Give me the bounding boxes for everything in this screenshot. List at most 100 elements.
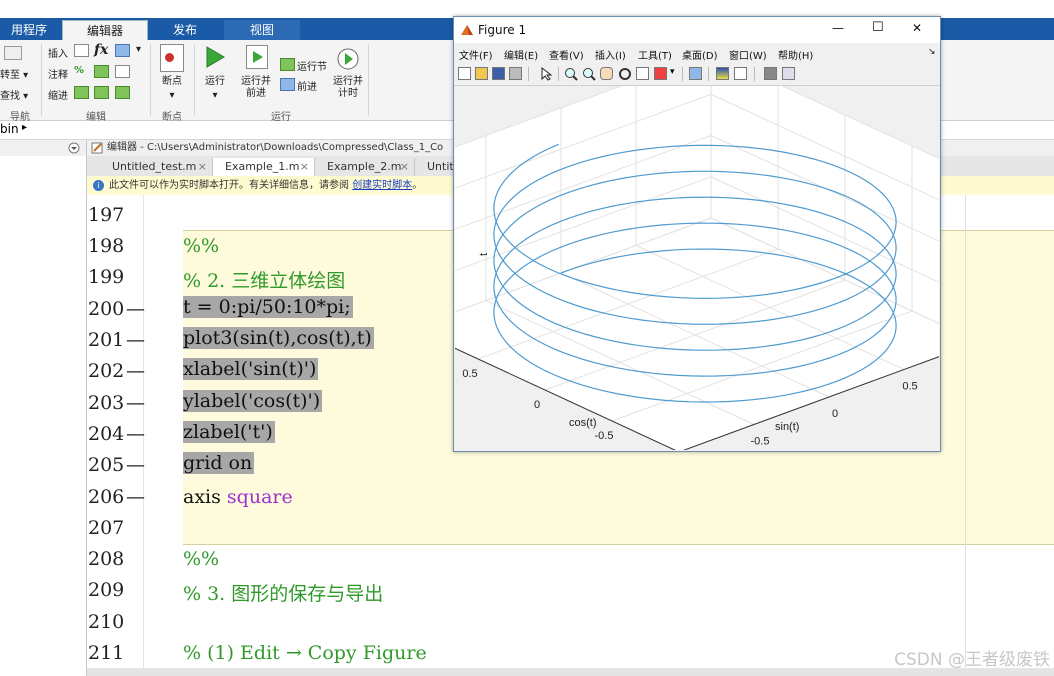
menu-tools[interactable]: 工具(T) <box>638 47 672 62</box>
tab-untitled-test[interactable]: Untitled_test.m × <box>100 158 213 176</box>
hide-tools-icon[interactable] <box>764 67 777 80</box>
dock-arrow-icon[interactable]: ↘ <box>928 47 936 57</box>
chevron-down-icon[interactable]: ▾ <box>136 44 141 55</box>
code-line[interactable]: % (1) Edit → Copy Figure <box>183 642 427 664</box>
tab-apps[interactable]: 用程序 <box>0 20 58 40</box>
breakpoint-dash[interactable]: — <box>126 423 145 445</box>
code-line[interactable]: grid on <box>183 452 255 474</box>
zoom-out-icon[interactable] <box>582 67 596 81</box>
code-line[interactable]: %% <box>183 235 219 257</box>
right-margin-line <box>965 195 966 668</box>
link-icon[interactable] <box>689 67 702 80</box>
line-number: 209 <box>88 579 125 601</box>
create-live-script-link[interactable]: 创建实时脚本 <box>352 180 412 191</box>
indent-button[interactable]: 缩进 <box>48 87 68 102</box>
code-line[interactable]: %% <box>183 548 219 570</box>
compare-icon[interactable] <box>4 46 22 60</box>
breakpoint-icon[interactable] <box>160 44 184 72</box>
tab-editor[interactable]: 编辑器 <box>62 20 148 41</box>
data-cursor-icon[interactable] <box>636 67 649 80</box>
zoom-in-icon[interactable] <box>564 67 578 81</box>
maximize-button[interactable]: ☐ <box>872 20 884 35</box>
code-line[interactable]: t = 0:pi/50:10*pi; <box>183 296 353 318</box>
tab-view[interactable]: 视图 <box>224 20 300 40</box>
menu-file[interactable]: 文件(F) <box>459 47 493 62</box>
insert-button[interactable]: 插入 <box>48 45 68 60</box>
close-icon[interactable]: × <box>198 158 207 176</box>
run-advance-icon[interactable] <box>246 45 268 69</box>
pan-icon[interactable] <box>600 67 613 80</box>
run-button[interactable]: 运行 <box>198 76 232 88</box>
breakpoints-button[interactable]: 断点 <box>152 76 192 88</box>
code-line[interactable]: plot3(sin(t),cos(t),t) <box>183 327 374 349</box>
code-line[interactable]: % 2. 三维立体绘图 <box>183 266 345 293</box>
code-line[interactable]: xlabel('sin(t)') <box>183 358 319 380</box>
find-button[interactable]: 查找 ▾ <box>0 87 28 102</box>
breakpoint-dash[interactable]: — <box>126 454 145 476</box>
close-icon[interactable]: × <box>300 158 309 176</box>
tab-example-1[interactable]: Example_1.m × <box>213 158 315 176</box>
pointer-icon[interactable] <box>540 67 553 81</box>
fx-button[interactable]: fx <box>94 42 108 58</box>
menu-desktop[interactable]: 桌面(D) <box>682 47 718 62</box>
menu-edit[interactable]: 编辑(E) <box>504 47 538 62</box>
helix-3d-plot[interactable]: -1-0.500.51-1-0.500.51010203040 sin(t) c… <box>389 52 988 475</box>
run-and-time-button[interactable]: 运行并 计时 <box>330 76 366 100</box>
tab-publish[interactable]: 发布 <box>150 20 220 40</box>
menu-window[interactable]: 窗口(W) <box>729 47 767 62</box>
decrease-indent-icon[interactable] <box>115 86 130 99</box>
goto-button[interactable]: 转至 ▾ <box>0 66 28 81</box>
insert-icon[interactable] <box>74 44 89 57</box>
increase-indent-icon[interactable] <box>94 86 109 99</box>
run-section-icon[interactable] <box>280 58 295 71</box>
code-line[interactable]: % 3. 图形的保存与导出 <box>183 579 383 606</box>
advance-icon[interactable] <box>280 78 295 91</box>
percent-icon[interactable]: % <box>74 65 84 76</box>
run-section-button[interactable]: 运行节 <box>297 58 327 73</box>
run-icon[interactable] <box>204 45 226 69</box>
ribbon-separator <box>368 44 369 116</box>
menu-help[interactable]: 帮助(H) <box>778 47 813 62</box>
breakpoint-dash[interactable]: — <box>126 360 145 382</box>
close-icon[interactable]: × <box>400 158 409 176</box>
smart-indent-icon[interactable] <box>74 86 89 99</box>
run-advance-button[interactable]: 运行并 前进 <box>238 76 274 100</box>
print-icon[interactable] <box>509 67 522 80</box>
colorbar-icon[interactable] <box>716 67 729 80</box>
open-icon[interactable] <box>475 67 488 80</box>
rotate-icon[interactable] <box>618 67 632 81</box>
close-button[interactable]: ✕ <box>912 21 922 35</box>
figure-titlebar[interactable]: Figure 1 — ☐ ✕ <box>454 17 940 43</box>
address-folder[interactable]: bin <box>0 122 19 136</box>
minimize-button[interactable]: — <box>832 21 844 35</box>
plot-area[interactable]: -1-0.500.51-1-0.500.51010203040 sin(t) c… <box>389 52 988 475</box>
show-tools-icon[interactable] <box>782 67 795 80</box>
line-number: 197 <box>88 204 125 226</box>
matlab-logo-icon <box>461 25 473 35</box>
wrap-icon[interactable] <box>115 65 130 78</box>
breakpoint-dash[interactable]: — <box>126 329 145 351</box>
code-line[interactable]: ylabel('cos(t)') <box>183 390 323 412</box>
code-line[interactable]: axis square <box>183 486 293 508</box>
chevron-down-icon[interactable]: ▾ <box>152 90 192 102</box>
chevron-down-icon[interactable]: ▾ <box>670 67 675 77</box>
breakpoint-dash[interactable]: — <box>126 298 145 320</box>
run-and-time-icon[interactable] <box>336 45 360 71</box>
tab-example-2[interactable]: Example_2.m × <box>315 158 415 176</box>
save-icon[interactable] <box>492 67 505 80</box>
menu-view[interactable]: 查看(V) <box>549 47 584 62</box>
panel-menu-icon[interactable] <box>68 142 80 154</box>
uncomment-icon[interactable] <box>94 65 109 78</box>
function-icon[interactable] <box>115 44 130 57</box>
comment-button[interactable]: 注释 <box>48 66 68 81</box>
new-figure-icon[interactable] <box>458 67 471 80</box>
brush-icon[interactable] <box>654 67 667 80</box>
advance-button[interactable]: 前进 <box>297 78 317 93</box>
legend-icon[interactable] <box>734 67 747 80</box>
breakpoint-dash[interactable]: — <box>126 392 145 414</box>
address-separator[interactable]: ▸ <box>22 122 27 133</box>
code-line[interactable]: zlabel('t') <box>183 421 275 443</box>
menu-insert[interactable]: 插入(I) <box>595 47 626 62</box>
breakpoint-dash[interactable]: — <box>126 486 145 508</box>
chevron-down-icon[interactable]: ▾ <box>198 90 232 102</box>
